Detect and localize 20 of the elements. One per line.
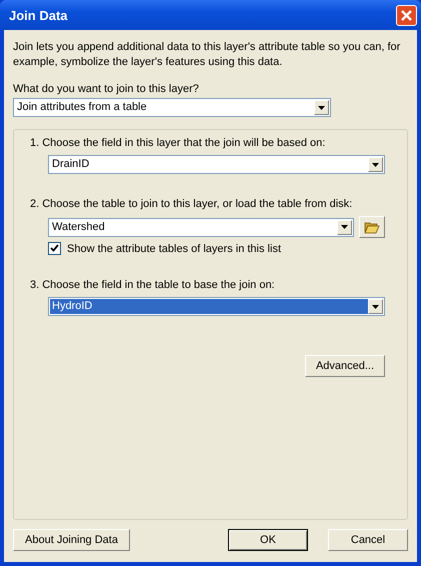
dropdown-field[interactable]: Watershed (48, 218, 354, 236)
field-label: What do you want to join to this layer? (13, 82, 200, 96)
window-title: Join Data (9, 8, 68, 22)
dropdown-field[interactable]: DrainID (48, 155, 385, 174)
step-label: 1. Choose the field in this layer that the join will be based on: (30, 136, 326, 150)
dropdown-field[interactable]: HydroID (48, 297, 385, 316)
checkbox-label: Show the attribute tables of layers in this list (67, 242, 281, 254)
close-button[interactable] (396, 4, 417, 26)
step-label: 3. Choose the field in the table to base the join on: (30, 278, 276, 292)
folder-icon (364, 220, 380, 234)
dialog-button[interactable]: Cancel (328, 529, 408, 551)
dropdown-field[interactable]: Join attributes from a table (13, 98, 331, 117)
dialog-button[interactable]: About Joining Data (13, 529, 130, 551)
open-folder-button[interactable] (359, 216, 385, 238)
close-icon (400, 8, 413, 22)
dialog-button[interactable]: OK (228, 529, 308, 551)
checkbox[interactable] (48, 242, 61, 255)
advanced-button[interactable]: Advanced... (305, 355, 385, 377)
step-label: 2. Choose the table to join to this layer, or load the table from disk: (30, 197, 354, 211)
description-text: Join lets you append additional data to this layer's attribute table so you can, for example, symbolize the layer's features using this data. (13, 40, 402, 70)
